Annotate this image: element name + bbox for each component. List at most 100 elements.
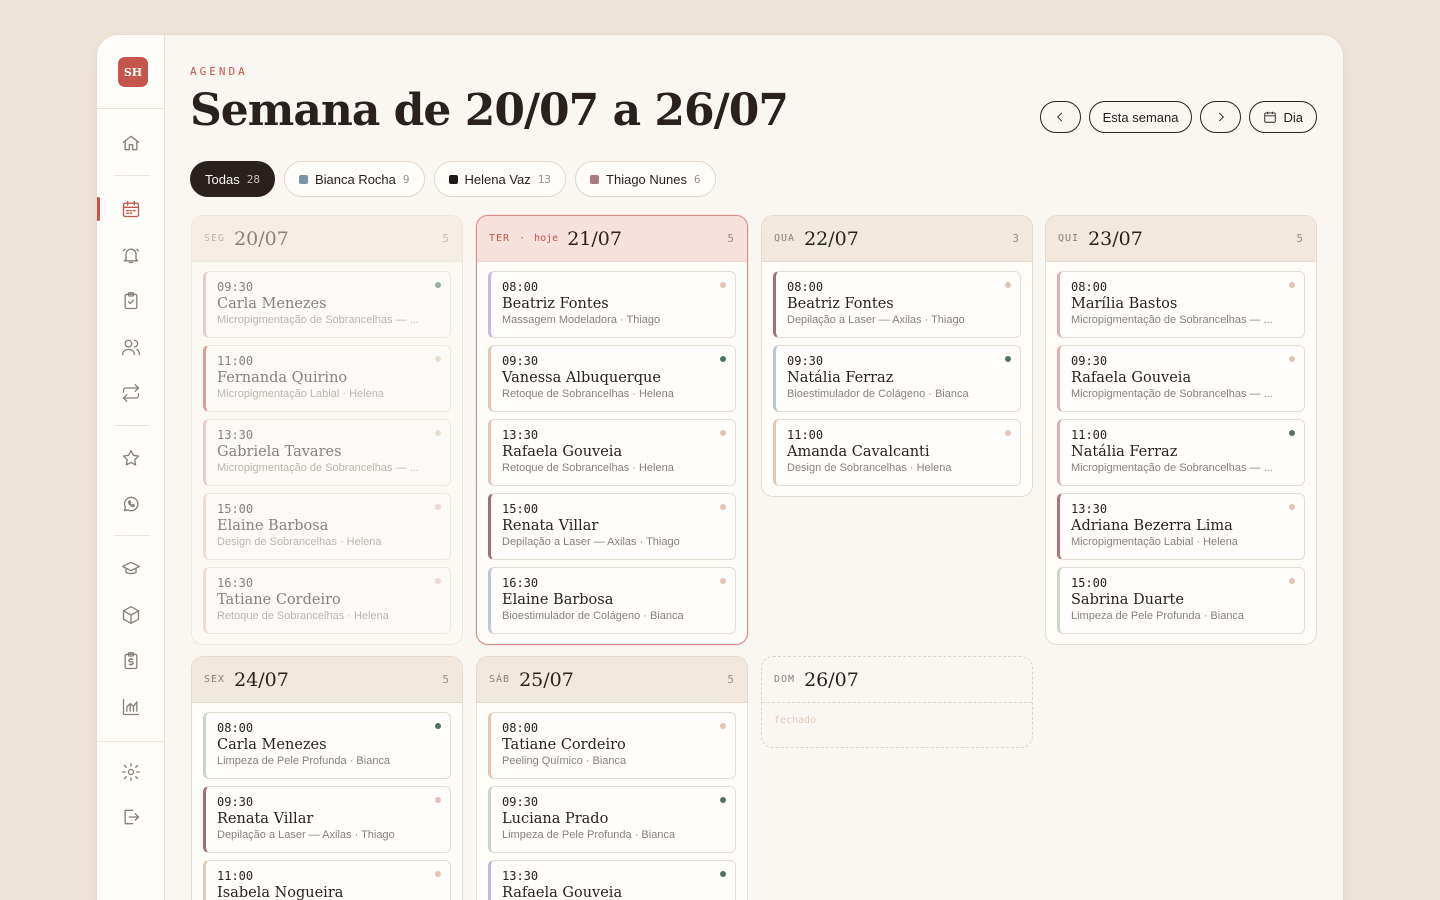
logout-icon[interactable] [119,805,143,829]
appointment-card[interactable]: 08:00 Marília Bastos Micropigmentação de S… [1057,271,1305,338]
day-of-week: DOM [774,674,796,685]
appointment-count: 5 [1296,232,1303,245]
appointment-card[interactable]: 11:00 Natália Ferraz Micropigmentação de S… [1057,419,1305,486]
appointment-card[interactable]: 09:30 Vanessa Albuquerque Retoque de Sobra… [488,345,736,412]
appointment-time: 09:30 [502,354,539,368]
day-header: SEG 20/07 5 [192,216,462,262]
appointment-card[interactable]: 09:30 Natália Ferraz Bioestimulador de Col… [773,345,1021,412]
clipboard-dollar-icon[interactable] [119,649,143,673]
appointment-card[interactable]: 11:00 Isabela Nogueira [203,860,451,900]
week-toolbar: Esta semana Dia [1039,101,1317,133]
appointment-card[interactable]: 08:00 Tatiane Cordeiro Peeling Químico · B… [488,712,736,779]
service-detail: Retoque de Sobrancelhas · Helena [502,388,674,400]
appointment-card[interactable]: 09:30 Renata Villar Depilação a Laser — Ax… [203,786,451,853]
whatsapp-icon[interactable] [119,492,143,516]
client-name: Luciana Prado [502,811,609,827]
appointment-time: 15:00 [502,502,539,516]
package-icon[interactable] [119,603,143,627]
appointment-card[interactable]: 13:30 Adriana Bezerra Lima Micropigmentaçã… [1057,493,1305,560]
appointment-card[interactable]: 08:00 Beatriz Fontes Massagem Modeladora ·… [488,271,736,338]
appointment-card[interactable]: 09:30 Luciana Prado Limpeza de Pele Profun… [488,786,736,853]
client-name: Beatriz Fontes [787,296,894,312]
filter-chip[interactable]: Bianca Rocha 9 [283,161,425,197]
client-name: Tatiane Cordeiro [502,737,626,753]
appointment-card[interactable]: 11:00 Fernanda Quirino Micropigmentação La… [203,345,451,412]
gear-icon[interactable] [119,760,143,784]
client-name: Gabriela Tavares [217,444,342,460]
appointment-time: 09:30 [787,354,824,368]
appointment-card[interactable]: 15:00 Elaine Barbosa Design de Sobrancelha… [203,493,451,560]
this-week-button[interactable]: Esta semana [1088,101,1193,133]
clipboard-check-icon[interactable] [119,289,143,313]
users-icon[interactable] [119,335,143,359]
appointment-card[interactable]: 15:00 Renata Villar Depilação a Laser — Ax… [488,493,736,560]
appointment-card[interactable]: 13:30 Rafaela Gouveia Retoque de Sobrancel… [488,419,736,486]
page-eyebrow: AGENDA [190,65,248,78]
appointment-time: 16:30 [502,576,539,590]
today-badge: hoje [534,233,559,244]
client-name: Carla Menezes [217,296,327,312]
graduation-cap-icon[interactable] [119,557,143,581]
service-detail: Limpeza de Pele Profunda · Bianca [217,755,391,767]
appointment-list: 08:00 Tatiane Cordeiro Peeling Químico · B… [477,703,747,900]
appointment-card[interactable]: 13:30 Gabriela Tavares Micropigmentação de… [203,419,451,486]
client-name: Renata Villar [502,518,599,534]
appointment-time: 08:00 [217,721,254,735]
star-icon[interactable] [119,446,143,470]
service-detail: Design de Sobrancelhas · Helena [217,536,382,548]
status-dot [435,282,441,288]
day-column: QUI 23/07 5 08:00 Marília Bastos Micropigment… [1045,215,1317,645]
repeat-icon[interactable] [119,381,143,405]
client-name: Carla Menezes [217,737,327,753]
day-view-button[interactable]: Dia [1249,101,1317,133]
chart-icon[interactable] [119,695,143,719]
sidebar-divider [97,108,165,109]
status-dot [720,871,726,877]
appointment-card[interactable]: 08:00 Carla Menezes Limpeza de Pele Profun… [203,712,451,779]
client-name: Isabela Nogueira [217,885,344,900]
home-icon[interactable] [119,131,143,155]
service-detail: Micropigmentação de Sobrancelhas — ... [1071,388,1273,400]
previous-week-button[interactable] [1039,101,1081,133]
service-detail: Micropigmentação de Sobrancelhas — ... [217,314,419,326]
bell-icon[interactable] [119,243,143,267]
appointment-card[interactable]: 15:00 Sabrina Duarte Limpeza de Pele Profu… [1057,567,1305,634]
status-dot [1289,356,1295,362]
appointment-card[interactable]: 09:30 Rafaela Gouveia Micropigmentação de … [1057,345,1305,412]
appointment-card[interactable]: 16:30 Elaine Barbosa Bioestimulador de Col… [488,567,736,634]
appointment-card[interactable]: 08:00 Beatriz Fontes Depilação a Laser — A… [773,271,1021,338]
appointment-time: 08:00 [787,280,824,294]
color-swatch [298,174,308,184]
client-name: Adriana Bezerra Lima [1071,518,1233,534]
calendar-icon[interactable] [119,197,143,221]
appointment-card[interactable]: 16:30 Tatiane Cordeiro Retoque de Sobrance… [203,567,451,634]
appointment-time: 09:30 [217,795,254,809]
appointment-card[interactable]: 11:00 Amanda Cavalcanti Design de Sobrance… [773,419,1021,486]
client-name: Elaine Barbosa [217,518,329,534]
appointment-count: 5 [727,673,734,686]
filter-chip[interactable]: Helena Vaz 13 [433,161,567,197]
status-dot [1005,430,1011,436]
status-dot [720,723,726,729]
appointment-time: 08:00 [502,721,539,735]
client-name: Renata Villar [217,811,314,827]
client-name: Natália Ferraz [1071,444,1178,460]
day-date: 24/07 [234,668,289,691]
logo[interactable]: SH [118,57,148,87]
appointment-count: 5 [727,232,734,245]
status-dot [1289,430,1295,436]
filter-label: Thiago Nunes [606,171,687,187]
appointment-time: 15:00 [217,502,254,516]
sidebar-divider [97,741,165,742]
client-name: Rafaela Gouveia [502,444,623,460]
appointment-list: 08:00 Beatriz Fontes Depilação a Laser — A… [762,262,1032,496]
filter-chip[interactable]: Thiago Nunes 6 [575,161,716,197]
appointment-card[interactable]: 09:30 Carla Menezes Micropigmentação de So… [203,271,451,338]
service-detail: Limpeza de Pele Profunda · Bianca [1071,610,1245,622]
status-dot [720,430,726,436]
next-week-button[interactable] [1200,101,1242,133]
status-dot [1289,282,1295,288]
appointment-card[interactable]: 13:30 Rafaela Gouveia [488,860,736,900]
filter-chip[interactable]: Todas 28 [190,161,275,197]
service-detail: Bioestimulador de Colágeno · Bianca [787,388,969,400]
